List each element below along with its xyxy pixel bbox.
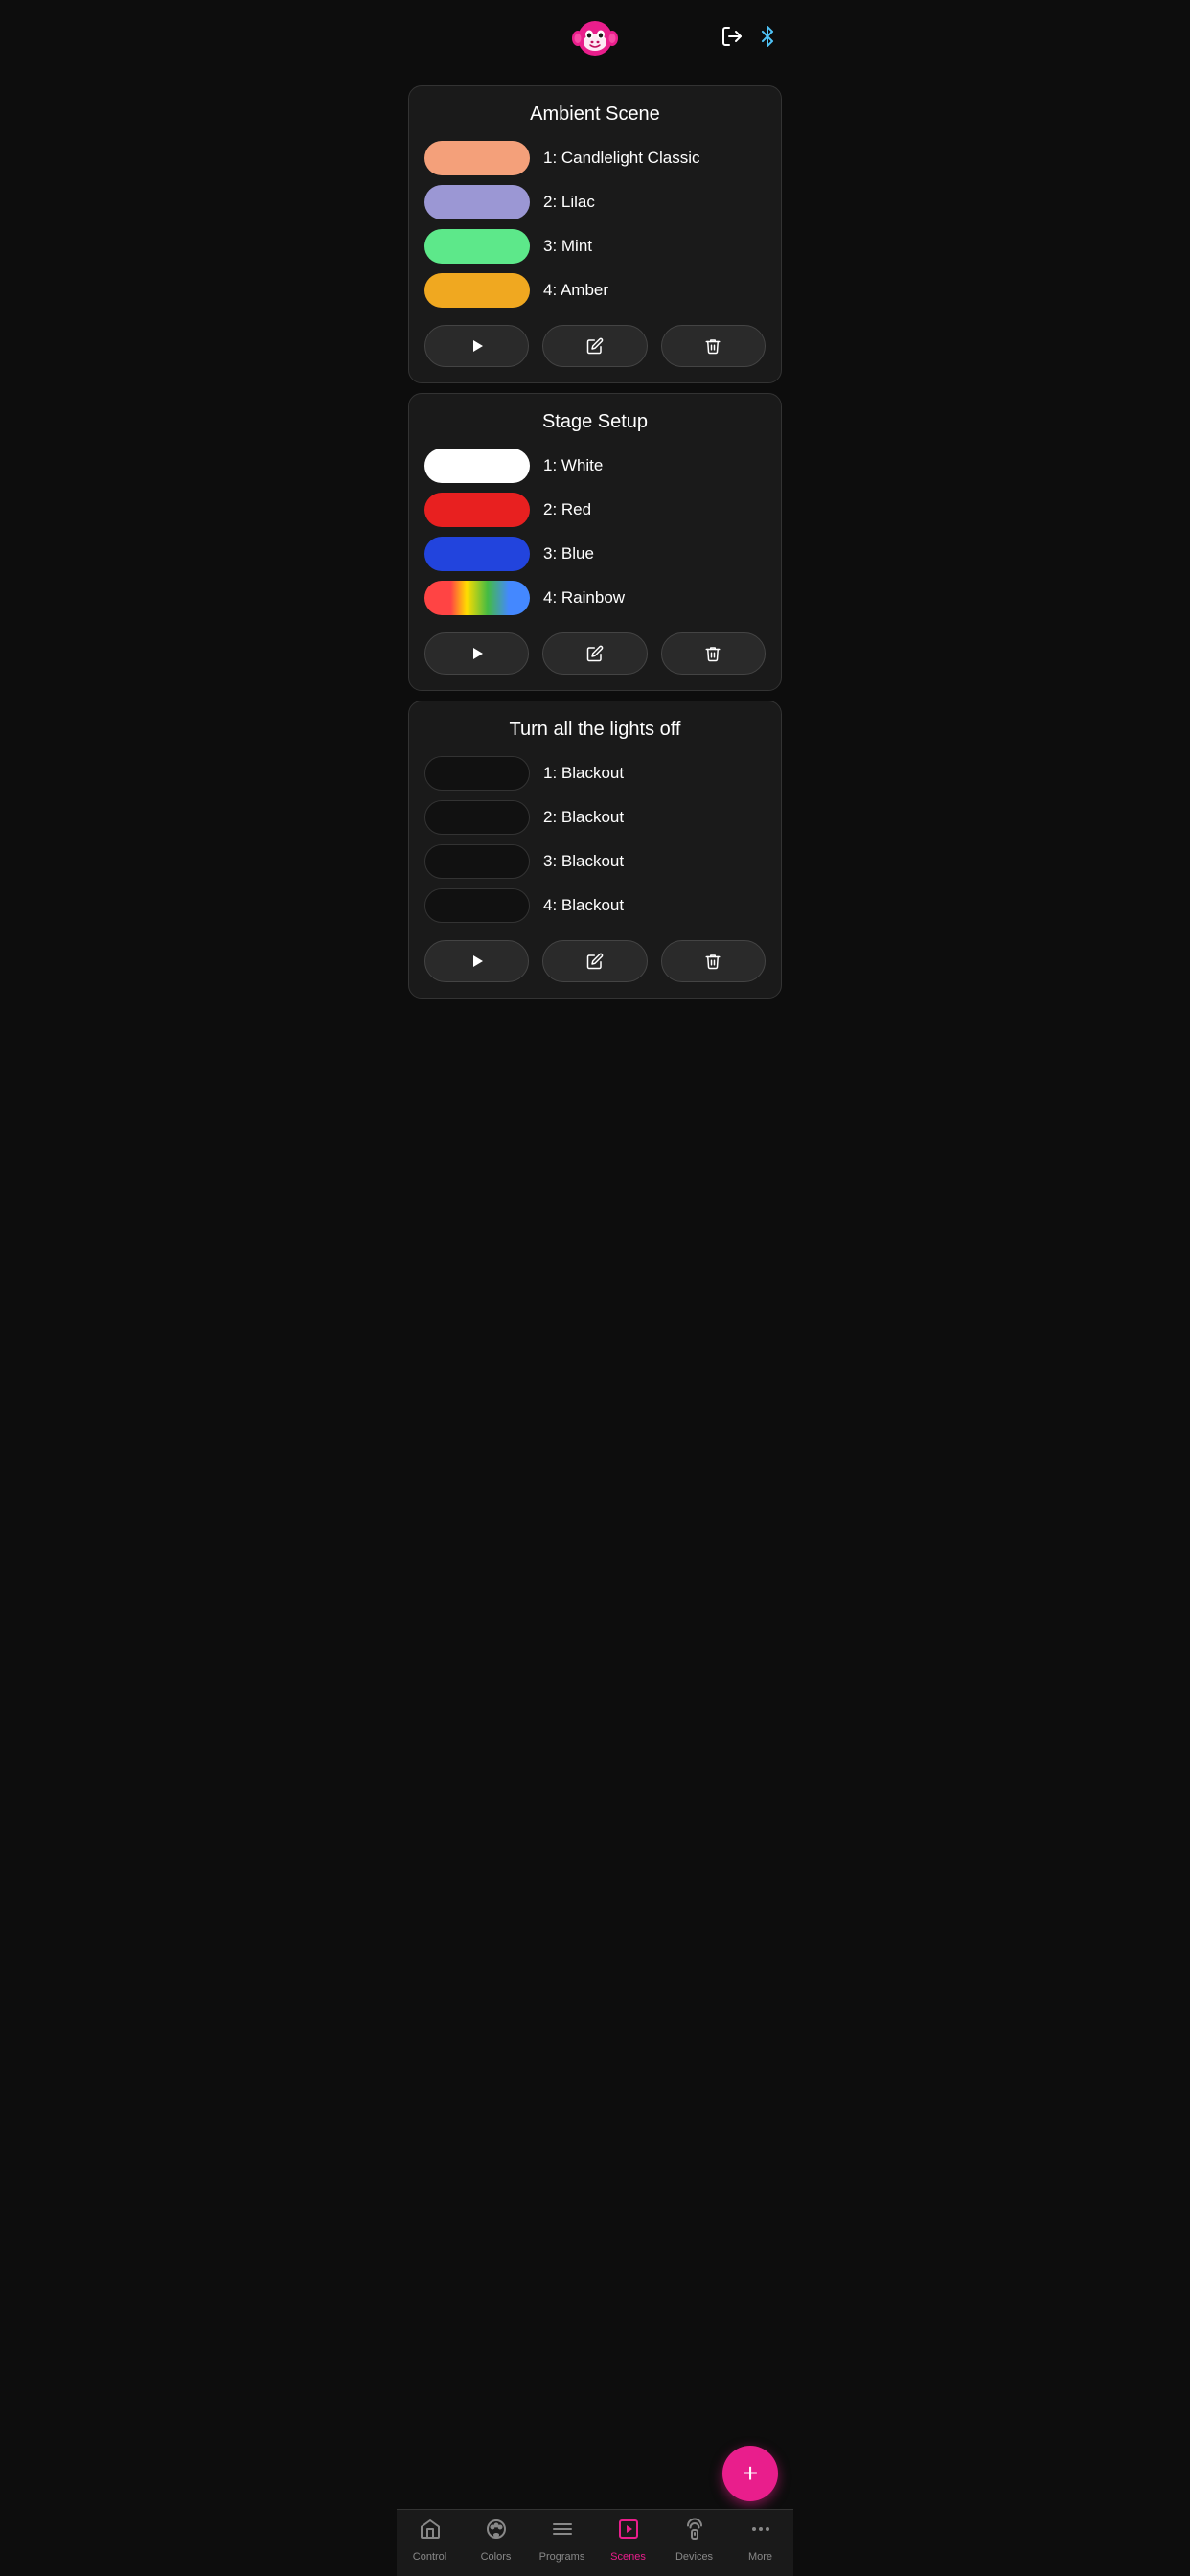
play-button-lights-off[interactable] bbox=[424, 940, 529, 982]
color-item: 2: Blackout bbox=[424, 800, 766, 835]
nav-label-scenes: Scenes bbox=[610, 2551, 646, 2563]
remote-icon bbox=[683, 2518, 706, 2547]
color-item: 3: Mint bbox=[424, 229, 766, 264]
scene-card-lights-off: Turn all the lights off 1: Blackout 2: B… bbox=[408, 701, 782, 999]
color-label-candlelight: 1: Candlelight Classic bbox=[543, 149, 699, 168]
color-swatch-blackout-4 bbox=[424, 888, 530, 923]
scene-title-lights-off: Turn all the lights off bbox=[424, 719, 766, 741]
color-label-blackout-1: 1: Blackout bbox=[543, 764, 624, 783]
nav-label-more: More bbox=[748, 2551, 772, 2563]
color-item: 2: Red bbox=[424, 493, 766, 527]
color-item: 3: Blackout bbox=[424, 844, 766, 879]
color-swatch-blackout-2 bbox=[424, 800, 530, 835]
color-label-mint: 3: Mint bbox=[543, 237, 592, 256]
scene-actions-stage bbox=[424, 632, 766, 675]
color-list-stage: 1: White 2: Red 3: Blue 4: Rainbow bbox=[424, 448, 766, 615]
color-list-lights-off: 1: Blackout 2: Blackout 3: Blackout 4: B… bbox=[424, 756, 766, 923]
color-label-amber: 4: Amber bbox=[543, 281, 608, 300]
color-label-blackout-2: 2: Blackout bbox=[543, 808, 624, 827]
edit-button-lights-off[interactable] bbox=[542, 940, 647, 982]
scene-actions-lights-off bbox=[424, 940, 766, 982]
edit-button-ambient[interactable] bbox=[542, 325, 647, 367]
scene-title-stage: Stage Setup bbox=[424, 411, 766, 433]
color-label-blackout-4: 4: Blackout bbox=[543, 896, 624, 915]
header-action-icons bbox=[721, 25, 778, 54]
list-icon bbox=[551, 2518, 574, 2547]
color-label-rainbow: 4: Rainbow bbox=[543, 588, 625, 608]
plus-icon: + bbox=[743, 2458, 758, 2489]
nav-item-colors[interactable]: Colors bbox=[463, 2518, 529, 2563]
exit-icon[interactable] bbox=[721, 25, 744, 54]
color-item: 1: Blackout bbox=[424, 756, 766, 791]
color-item: 3: Blue bbox=[424, 537, 766, 571]
nav-item-devices[interactable]: Devices bbox=[661, 2518, 727, 2563]
color-item: 4: Blackout bbox=[424, 888, 766, 923]
nav-item-control[interactable]: Control bbox=[397, 2518, 463, 2563]
color-swatch-rainbow bbox=[424, 581, 530, 615]
color-swatch-red bbox=[424, 493, 530, 527]
play-button-stage[interactable] bbox=[424, 632, 529, 675]
color-swatch-lilac bbox=[424, 185, 530, 219]
delete-button-lights-off[interactable] bbox=[661, 940, 766, 982]
scene-card-ambient: Ambient Scene 1: Candlelight Classic 2: … bbox=[408, 85, 782, 383]
dots-icon bbox=[749, 2518, 772, 2547]
color-item: 4: Rainbow bbox=[424, 581, 766, 615]
nav-label-control: Control bbox=[413, 2551, 446, 2563]
delete-button-ambient[interactable] bbox=[661, 325, 766, 367]
scene-card-stage: Stage Setup 1: White 2: Red 3: Blue 4: R… bbox=[408, 393, 782, 691]
color-item: 1: Candlelight Classic bbox=[424, 141, 766, 175]
scene-title-ambient: Ambient Scene bbox=[424, 104, 766, 126]
nav-label-colors: Colors bbox=[481, 2551, 512, 2563]
house-icon bbox=[419, 2518, 442, 2547]
color-swatch-mint bbox=[424, 229, 530, 264]
color-item: 2: Lilac bbox=[424, 185, 766, 219]
color-item: 4: Amber bbox=[424, 273, 766, 308]
color-list-ambient: 1: Candlelight Classic 2: Lilac 3: Mint … bbox=[424, 141, 766, 308]
nav-label-devices: Devices bbox=[675, 2551, 713, 2563]
add-scene-button[interactable]: + bbox=[722, 2446, 778, 2501]
play-square-icon bbox=[617, 2518, 640, 2547]
bluetooth-icon[interactable] bbox=[757, 26, 778, 53]
nav-label-programs: Programs bbox=[539, 2551, 585, 2563]
color-swatch-white bbox=[424, 448, 530, 483]
color-label-blackout-3: 3: Blackout bbox=[543, 852, 624, 871]
color-swatch-candlelight bbox=[424, 141, 530, 175]
delete-button-stage[interactable] bbox=[661, 632, 766, 675]
header bbox=[397, 0, 793, 78]
nav-item-more[interactable]: More bbox=[727, 2518, 793, 2563]
color-label-lilac: 2: Lilac bbox=[543, 193, 595, 212]
color-label-white: 1: White bbox=[543, 456, 603, 475]
play-button-ambient[interactable] bbox=[424, 325, 529, 367]
color-swatch-blackout-1 bbox=[424, 756, 530, 791]
color-item: 1: White bbox=[424, 448, 766, 483]
scene-actions-ambient bbox=[424, 325, 766, 367]
scenes-list: Ambient Scene 1: Candlelight Classic 2: … bbox=[397, 78, 793, 2576]
nav-item-scenes[interactable]: Scenes bbox=[595, 2518, 661, 2563]
color-label-red: 2: Red bbox=[543, 500, 591, 519]
color-swatch-amber bbox=[424, 273, 530, 308]
nav-item-programs[interactable]: Programs bbox=[529, 2518, 595, 2563]
color-label-blue: 3: Blue bbox=[543, 544, 594, 564]
edit-button-stage[interactable] bbox=[542, 632, 647, 675]
color-swatch-blue bbox=[424, 537, 530, 571]
app-logo bbox=[570, 13, 620, 68]
color-swatch-blackout-3 bbox=[424, 844, 530, 879]
bottom-navigation: Control Colors Programs bbox=[397, 2509, 793, 2576]
palette-icon bbox=[485, 2518, 508, 2547]
